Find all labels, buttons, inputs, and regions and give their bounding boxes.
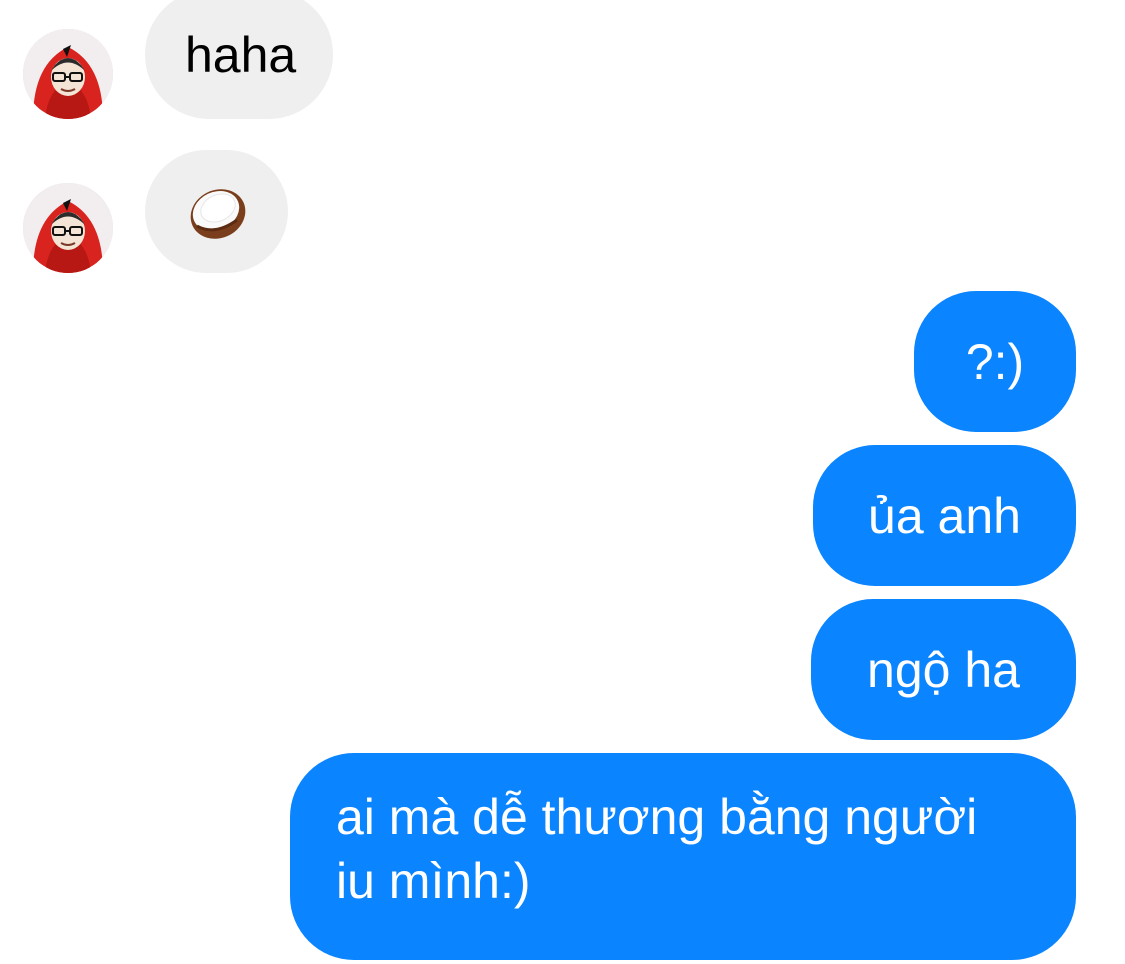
message-text: ngộ ha [867,641,1020,698]
message-text: haha [185,26,297,83]
contact-avatar[interactable] [23,29,113,119]
message-bubble-outgoing[interactable]: ủa anh [813,445,1076,586]
message-bubble-incoming[interactable]: haha [145,0,333,119]
coconut-icon [190,188,245,239]
message-bubble-outgoing[interactable]: ?:) [914,291,1076,432]
message-text: ai mà dễ thương bằng người iu mình:) [336,789,978,909]
message-bubble-incoming[interactable] [145,150,288,273]
message-bubble-outgoing[interactable]: ngộ ha [811,599,1076,740]
message-text: ?:) [965,333,1025,390]
message-bubble-outgoing[interactable]: ai mà dễ thương bằng người iu mình:) [290,753,1076,960]
message-text: ủa anh [868,487,1021,544]
contact-avatar[interactable] [23,183,113,273]
